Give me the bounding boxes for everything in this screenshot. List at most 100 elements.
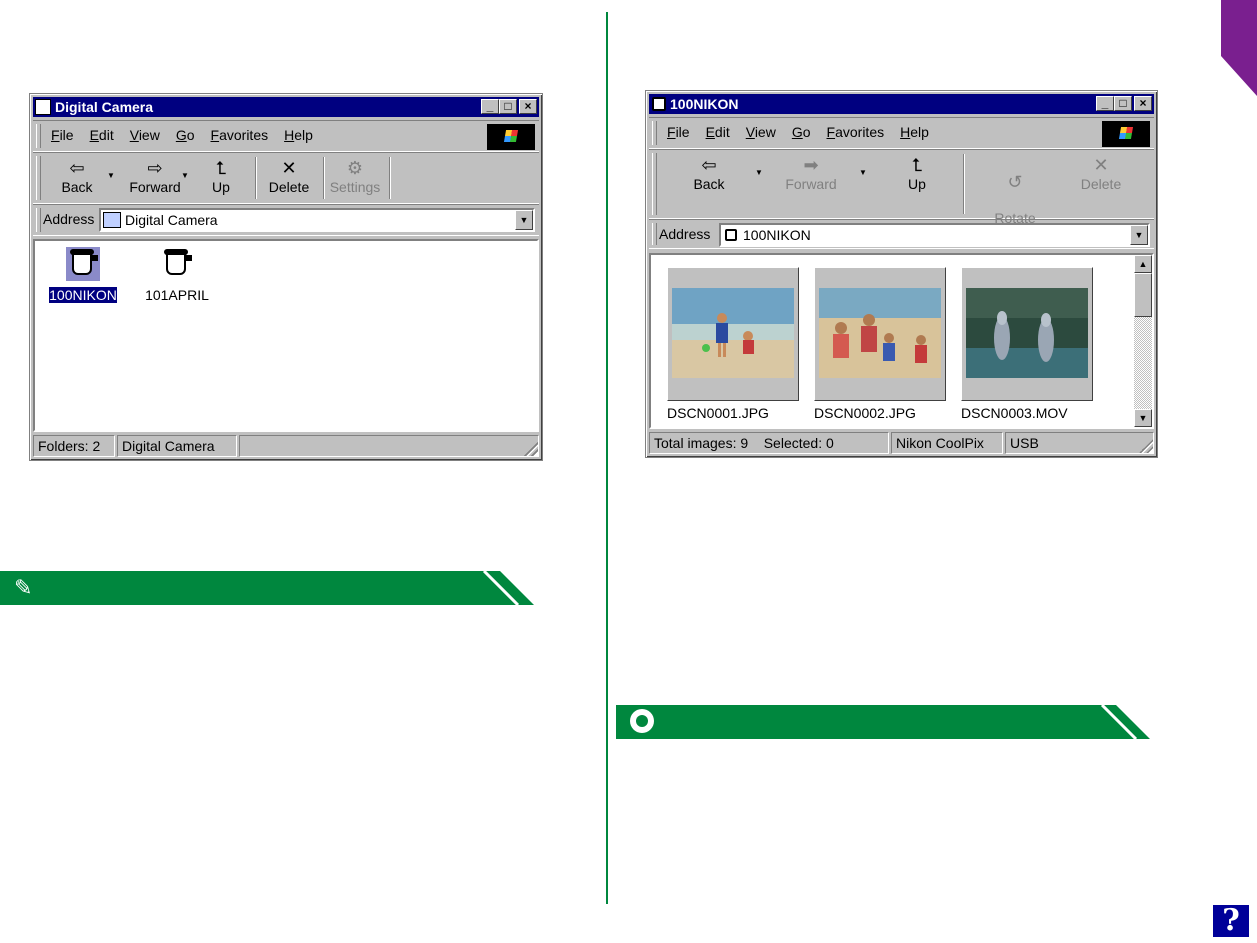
status-images: Total images: 9 Selected: 0: [649, 432, 889, 454]
minimize-button[interactable]: _: [1096, 96, 1114, 111]
thumbnail-dscn0003[interactable]: [961, 267, 1093, 401]
address-value: Digital Camera: [125, 212, 218, 228]
minimize-button[interactable]: _: [481, 99, 499, 114]
delete-x-icon: ✕: [281, 158, 297, 178]
address-value: 100NIKON: [743, 227, 811, 243]
back-label: Back: [693, 176, 725, 192]
note-banner-shape: [482, 571, 534, 605]
maximize-button[interactable]: □: [499, 99, 517, 114]
back-dropdown-icon[interactable]: ▼: [107, 171, 115, 180]
menu-go[interactable]: Go: [792, 124, 811, 140]
column-divider: [606, 12, 608, 904]
menu-view[interactable]: View: [130, 127, 160, 143]
menu-go[interactable]: Go: [176, 127, 195, 143]
help-button[interactable]: ?: [1213, 905, 1249, 937]
menu-help[interactable]: Help: [284, 127, 313, 143]
status-folders: Folders: 2: [33, 435, 115, 457]
up-label: Up: [212, 179, 230, 195]
thumbnail-dscn0002[interactable]: [814, 267, 946, 401]
settings-label: Settings: [329, 179, 381, 195]
vertical-scrollbar[interactable]: ▲ ▼: [1134, 255, 1152, 427]
forward-button[interactable]: ➡ Forward: [775, 154, 847, 192]
close-button[interactable]: ×: [1134, 96, 1152, 111]
back-button[interactable]: ⇦ Back: [677, 154, 741, 192]
scroll-up-icon[interactable]: ▲: [1134, 255, 1152, 273]
address-dropdown-icon[interactable]: ▼: [515, 210, 533, 230]
delete-button[interactable]: ✕ Delete: [1069, 154, 1133, 192]
back-dropdown-icon[interactable]: ▼: [755, 168, 763, 177]
forward-dropdown-icon[interactable]: ▼: [181, 171, 189, 180]
menu-file[interactable]: File: [667, 124, 690, 140]
beach-family-photo: [819, 288, 941, 378]
toolbar-grip[interactable]: [652, 153, 657, 215]
thumbnail-dscn0001[interactable]: [667, 267, 799, 401]
delete-label: Delete: [268, 179, 310, 195]
status-location: Digital Camera: [117, 435, 237, 457]
back-label: Back: [61, 179, 93, 195]
up-button[interactable]: ⮤ Up: [885, 154, 949, 192]
thumbnail-label: DSCN0002.JPG: [814, 405, 916, 421]
title-bar[interactable]: Digital Camera _ □ ×: [33, 97, 539, 117]
menu-file[interactable]: File: [51, 127, 74, 143]
back-arrow-icon: ⇦: [701, 155, 717, 175]
status-camera: Nikon CoolPix: [891, 432, 1003, 454]
address-label: Address: [43, 211, 95, 227]
maximize-button[interactable]: □: [1114, 96, 1132, 111]
address-label: Address: [659, 226, 711, 242]
toolbar-grip[interactable]: [36, 156, 41, 200]
address-grip[interactable]: [652, 223, 657, 245]
camera-folder-icon: [66, 247, 100, 281]
up-button[interactable]: ⮤ Up: [189, 157, 253, 195]
address-dropdown-icon[interactable]: ▼: [1130, 225, 1148, 245]
folder-100nikon[interactable]: 100NIKON: [43, 247, 123, 304]
menu-grip[interactable]: [36, 124, 41, 148]
forward-dropdown-icon[interactable]: ▼: [859, 168, 867, 177]
folder-label: 101APRIL: [145, 287, 209, 303]
thumbnail-label: DSCN0003.MOV: [961, 405, 1068, 421]
scroll-down-icon[interactable]: ▼: [1134, 409, 1152, 427]
rotate-icon: ↺: [1007, 172, 1023, 192]
close-button[interactable]: ×: [519, 99, 537, 114]
folder-label: 100NIKON: [48, 286, 118, 304]
folder-101april[interactable]: 101APRIL: [137, 247, 217, 303]
scroll-thumb[interactable]: [1134, 273, 1152, 317]
digital-camera-window: Digital Camera _ □ × File Edit View Go F…: [29, 93, 543, 461]
status-empty: [239, 435, 539, 457]
thumbnail-view[interactable]: DSCN0001.JPG DSCN0002.JPG DSCN0003.MOV ▲…: [649, 253, 1154, 429]
folder-view[interactable]: 100NIKON 101APRIL: [33, 239, 539, 432]
window-title: Digital Camera: [55, 99, 154, 115]
menu-favorites[interactable]: Favorites: [827, 124, 885, 140]
camera-folder-icon: [160, 247, 194, 281]
menu-favorites[interactable]: Favorites: [211, 127, 269, 143]
camera-small-icon: [103, 212, 121, 228]
back-button[interactable]: ⇦ Back: [45, 157, 109, 195]
menu-view[interactable]: View: [746, 124, 776, 140]
toolbar: ⇦ Back ▼ ➡ Forward ▼ ⮤ Up ↺ Rotate Selec…: [649, 149, 1154, 243]
address-bar: Address Digital Camera ▼: [33, 204, 539, 236]
delete-label: Delete: [1080, 176, 1122, 192]
status-bar: Total images: 9 Selected: 0 Nikon CoolPi…: [649, 432, 1154, 454]
resize-grip-icon[interactable]: [524, 442, 538, 456]
address-input[interactable]: Digital Camera ▼: [99, 208, 535, 232]
settings-button[interactable]: ⚙ Settings: [323, 157, 387, 195]
delete-button[interactable]: ✕ Delete: [257, 157, 321, 195]
menu-help[interactable]: Help: [900, 124, 929, 140]
corner-tab-shape: [1219, 0, 1257, 102]
resize-grip-icon[interactable]: [1139, 439, 1153, 453]
address-grip[interactable]: [36, 208, 41, 232]
windows-logo-icon: [487, 124, 535, 150]
menu-edit[interactable]: Edit: [90, 127, 114, 143]
lightbulb-inner-icon: [636, 715, 648, 727]
thumbnail-label: DSCN0001.JPG: [667, 405, 769, 421]
address-input[interactable]: 100NIKON ▼: [719, 223, 1150, 247]
tip-banner: [616, 705, 1150, 739]
status-connection: USB: [1005, 432, 1154, 454]
menu-edit[interactable]: Edit: [706, 124, 730, 140]
forward-arrow-icon: ➡: [803, 155, 819, 175]
tip-banner-shape: [1100, 705, 1150, 739]
up-label: Up: [908, 176, 926, 192]
menu-grip[interactable]: [652, 121, 657, 145]
camera-window-icon: [35, 99, 51, 115]
windows-logo-icon: [1102, 121, 1150, 147]
title-bar[interactable]: 100NIKON _ □ ×: [649, 94, 1154, 114]
